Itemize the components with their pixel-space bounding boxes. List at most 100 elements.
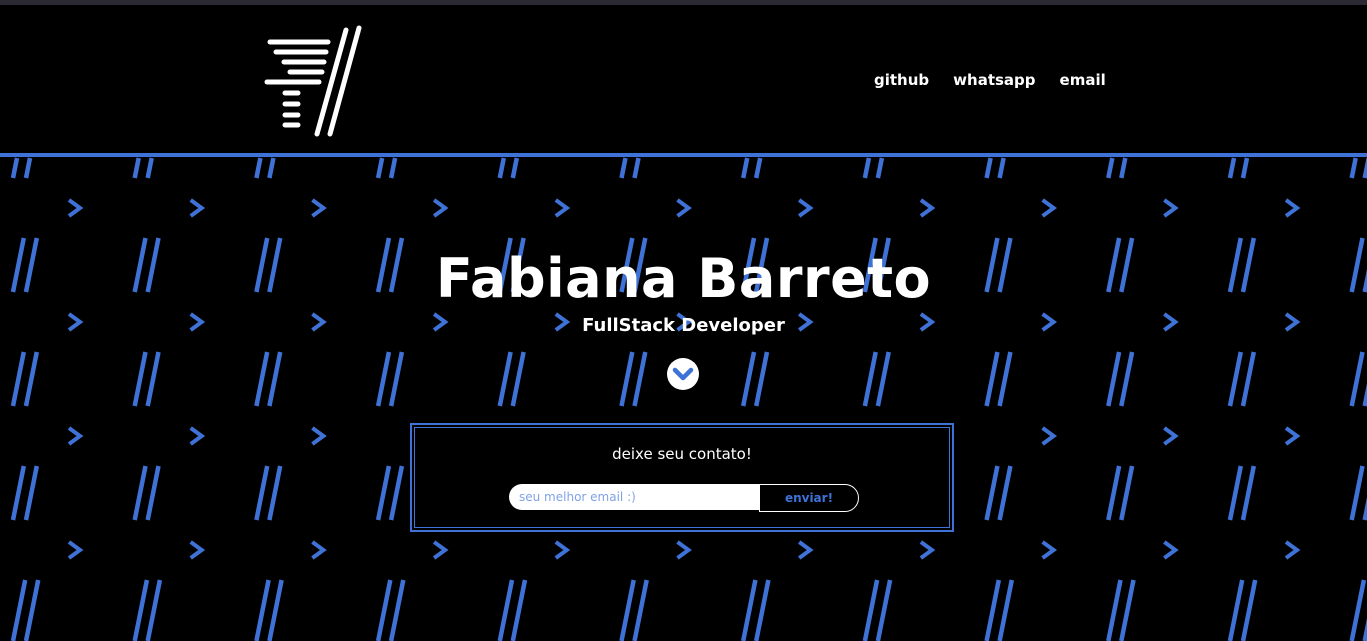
double-slash-icon	[875, 579, 893, 641]
double-slash-icon	[510, 579, 528, 641]
double-slash-icon	[375, 465, 392, 521]
background-pattern	[10, 157, 1367, 641]
double-slash-icon	[23, 351, 40, 407]
double-slash-icon	[497, 351, 513, 407]
double-slash-icon	[145, 351, 161, 407]
double-slash-icon	[23, 157, 33, 179]
chevron-down-icon	[672, 367, 694, 381]
chevron-right-icon	[1163, 198, 1179, 218]
double-slash-icon	[132, 579, 150, 641]
site-header: github whatsapp email	[0, 5, 1367, 153]
double-slash-icon	[145, 157, 154, 179]
double-slash-icon	[388, 465, 405, 521]
chevron-right-icon	[432, 540, 449, 560]
double-slash-icon	[10, 157, 20, 179]
double-slash-icon	[10, 351, 27, 407]
chevron-right-icon	[1163, 540, 1179, 560]
double-slash-icon	[619, 157, 628, 179]
double-slash-icon	[1106, 351, 1122, 407]
double-slash-icon	[997, 465, 1013, 521]
double-slash-icon	[1227, 351, 1244, 407]
chevron-right-icon	[432, 198, 449, 218]
contact-form: deixe seu contato! enviar!	[410, 423, 954, 532]
double-slash-icon	[1227, 157, 1237, 179]
chevron-right-icon	[67, 198, 84, 218]
nav-link-whatsapp[interactable]: whatsapp	[951, 71, 1037, 89]
double-slash-icon	[1349, 465, 1365, 521]
main-nav: github whatsapp email	[872, 71, 1108, 89]
double-slash-icon	[984, 579, 1002, 641]
chevron-right-icon	[1041, 426, 1058, 446]
double-slash-icon	[1106, 579, 1123, 641]
double-slash-icon	[997, 157, 1006, 179]
double-slash-icon	[875, 351, 891, 407]
double-slash-icon	[375, 579, 393, 641]
chevron-right-icon	[676, 540, 692, 560]
double-slash-icon	[632, 351, 648, 407]
double-slash-icon	[267, 157, 276, 179]
double-slash-icon	[753, 579, 771, 641]
double-slash-icon	[1240, 579, 1258, 641]
scroll-down-button[interactable]	[667, 358, 699, 390]
double-slash-icon	[1240, 351, 1257, 407]
chevron-right-icon	[311, 540, 327, 560]
double-slash-icon	[132, 157, 141, 179]
double-slash-icon	[10, 465, 27, 521]
double-slash-icon	[997, 579, 1015, 641]
chevron-right-icon	[311, 426, 327, 446]
double-slash-icon	[1227, 579, 1245, 641]
double-slash-icon	[1349, 157, 1358, 179]
chevron-right-icon	[189, 426, 206, 446]
double-slash-icon	[862, 351, 878, 407]
double-slash-icon	[132, 351, 148, 407]
chevron-right-icon	[554, 540, 571, 560]
double-slash-icon	[619, 579, 636, 641]
double-slash-icon	[145, 579, 163, 641]
double-slash-icon	[132, 465, 148, 521]
chevron-right-icon	[189, 540, 206, 560]
double-slash-icon	[1227, 465, 1244, 521]
double-slash-icon	[388, 351, 405, 407]
chevron-right-icon	[1041, 198, 1058, 218]
hero-title: Fabiana Barreto	[435, 247, 932, 310]
double-slash-icon	[375, 351, 392, 407]
double-slash-icon	[1240, 465, 1257, 521]
chevron-right-icon	[1163, 426, 1179, 446]
double-slash-icon	[984, 351, 1000, 407]
send-button[interactable]: enviar!	[759, 484, 859, 512]
double-slash-icon	[23, 579, 41, 641]
double-slash-icon	[753, 351, 770, 407]
chevron-right-icon	[919, 540, 936, 560]
double-slash-icon	[145, 465, 161, 521]
double-slash-icon	[862, 157, 872, 179]
double-slash-icon	[267, 465, 283, 521]
email-input[interactable]	[509, 484, 759, 510]
double-slash-icon	[1119, 157, 1128, 179]
double-slash-icon	[1106, 465, 1122, 521]
double-slash-icon	[740, 157, 750, 179]
nav-link-email[interactable]: email	[1058, 71, 1108, 89]
double-slash-icon	[1119, 351, 1135, 407]
hero-subtitle: FullStack Developer	[582, 315, 785, 336]
double-slash-icon	[254, 465, 270, 521]
chevron-right-icon	[311, 198, 327, 218]
double-slash-icon	[254, 157, 263, 179]
double-slash-icon	[23, 465, 40, 521]
double-slash-icon	[497, 579, 515, 641]
chevron-right-icon	[798, 198, 814, 218]
nav-link-github[interactable]: github	[872, 71, 931, 89]
double-slash-icon	[375, 157, 385, 179]
chevron-right-icon	[1284, 540, 1301, 560]
logo-icon[interactable]	[262, 25, 366, 137]
double-slash-icon	[740, 579, 758, 641]
double-slash-icon	[510, 351, 526, 407]
chevron-right-icon	[919, 198, 936, 218]
double-slash-icon	[1349, 579, 1367, 641]
chevron-right-icon	[676, 198, 692, 218]
double-slash-icon	[632, 579, 649, 641]
double-slash-icon	[740, 351, 757, 407]
chevron-right-icon	[67, 426, 84, 446]
chevron-right-icon	[798, 540, 814, 560]
double-slash-icon	[267, 579, 284, 641]
double-slash-icon	[388, 579, 406, 641]
